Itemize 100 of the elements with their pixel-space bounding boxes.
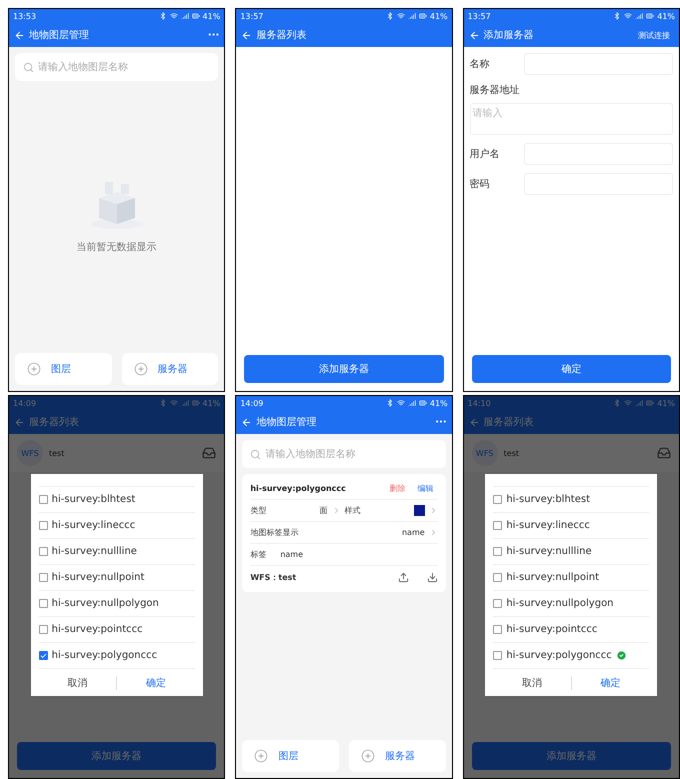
back-icon[interactable] (468, 30, 480, 40)
checkbox[interactable] (493, 547, 502, 556)
signal-icon (180, 399, 189, 407)
bluetooth-icon (613, 399, 622, 407)
field-value: 面 (320, 505, 328, 516)
back-icon[interactable] (14, 30, 25, 40)
inbox-icon[interactable] (202, 446, 216, 460)
checkbox[interactable] (38, 651, 48, 660)
server-name: test (504, 448, 520, 458)
layer-option: hi-survey:nullpolygon (52, 598, 159, 609)
battery-icon (646, 12, 654, 20)
bluetooth-icon (386, 12, 394, 20)
back-icon[interactable] (468, 416, 480, 428)
upload-icon[interactable] (398, 572, 409, 582)
add-server-button[interactable]: 添加服务器 (472, 742, 671, 770)
server-item[interactable]: WFS test (464, 434, 679, 472)
layer-option: hi-survey:lineccc (506, 520, 590, 531)
battery-level: 41% (202, 12, 220, 20)
battery-level: 41% (202, 398, 220, 408)
server-item[interactable]: WFS test (9, 434, 224, 472)
wifi-icon (396, 399, 405, 407)
battery-icon (418, 12, 427, 20)
wifi-icon (624, 12, 632, 20)
layer-option: hi-survey:polygonccc (52, 650, 158, 661)
confirm-button[interactable]: 确定 (472, 355, 671, 383)
back-icon[interactable] (241, 30, 252, 40)
checkbox[interactable] (38, 547, 48, 556)
layer-option: hi-survey:blhtest (506, 494, 590, 505)
plus-circle-icon (254, 749, 268, 763)
field-value: name (402, 528, 425, 537)
field-label: 名称 (470, 58, 491, 71)
add-button[interactable]: 图层 (242, 740, 339, 772)
input-field[interactable]: 请输入 (470, 103, 673, 135)
battery-icon (646, 399, 654, 407)
wifi-icon (624, 399, 632, 407)
search-field[interactable]: 请输入地物图层名称 (242, 440, 446, 468)
field-label: 密码 (470, 178, 491, 191)
add-button[interactable]: 服务器 (349, 740, 446, 772)
checkbox[interactable] (38, 625, 48, 634)
page-title: 添加服务器 (484, 28, 534, 42)
bluetooth-icon (158, 399, 167, 407)
checkbox[interactable] (493, 625, 502, 634)
checkbox[interactable] (493, 651, 502, 660)
layer-option: hi-survey:nullline (52, 546, 137, 557)
add-button[interactable]: 图层 (15, 353, 112, 385)
battery-icon (192, 12, 200, 20)
bluetooth-icon (158, 12, 167, 20)
layer-option: hi-survey:polygonccc (506, 650, 612, 661)
field-label: 样式 (344, 505, 360, 516)
back-icon[interactable] (241, 416, 252, 428)
checkbox[interactable] (493, 521, 502, 530)
cancel-button[interactable]: 取消 (493, 674, 571, 690)
layer-option: hi-survey:blhtest (52, 494, 136, 505)
field-label: 类型 (250, 505, 266, 516)
download-icon[interactable] (426, 572, 438, 582)
page-title: 服务器列表 (29, 416, 79, 429)
confirm-button[interactable]: 确定 (117, 674, 195, 690)
status-time: 13:57 (468, 12, 491, 20)
layer-option: hi-survey:nullpoint (52, 572, 144, 583)
edit-link[interactable]: 编辑 (414, 483, 438, 494)
status-time: 14:09 (240, 398, 264, 408)
add-server-button[interactable]: 添加服务器 (244, 355, 444, 383)
delete-link[interactable]: 删除 (386, 483, 410, 494)
back-icon[interactable] (14, 416, 25, 428)
checkbox[interactable] (493, 599, 502, 608)
add-server-button[interactable]: 添加服务器 (17, 742, 216, 770)
server-avatar: WFS (17, 440, 43, 466)
status-time: 14:10 (468, 398, 491, 408)
checkbox[interactable] (38, 573, 48, 582)
layer-option: hi-survey:lineccc (52, 520, 136, 531)
battery-level: 41% (430, 12, 448, 20)
checkbox[interactable] (38, 521, 48, 530)
checkbox[interactable] (493, 573, 502, 582)
checkbox[interactable] (38, 599, 48, 608)
status-time: 14:09 (13, 398, 36, 408)
plus-circle-icon (27, 362, 41, 376)
plus-circle-icon (361, 749, 375, 763)
server-avatar: WFS (472, 440, 498, 466)
battery-level: 41% (657, 398, 675, 408)
checkbox[interactable] (38, 495, 48, 504)
layer-option: hi-survey:nullpoint (506, 572, 600, 583)
style-swatch[interactable] (414, 505, 425, 516)
battery-icon (192, 399, 200, 407)
cancel-button[interactable]: 取消 (38, 674, 116, 690)
add-button[interactable]: 服务器 (122, 353, 218, 385)
search-field[interactable]: 请输入地物图层名称 (15, 53, 218, 81)
server-name: test (49, 448, 64, 458)
signal-icon (408, 12, 416, 20)
source-label: WFS：test (250, 572, 296, 582)
layer-option: hi-survey:pointccc (52, 624, 143, 635)
inbox-icon[interactable] (656, 446, 671, 460)
more-menu[interactable]: ··· (208, 30, 220, 40)
signal-icon (635, 399, 644, 407)
checkbox[interactable] (493, 495, 502, 504)
confirm-button[interactable]: 确定 (572, 674, 650, 690)
field-label: 标签 (250, 549, 266, 560)
more-menu[interactable]: ··· (435, 416, 447, 428)
battery-level: 41% (657, 12, 675, 20)
status-time: 13:53 (13, 12, 36, 20)
test-connection-button[interactable]: 测试连接 (634, 30, 674, 40)
